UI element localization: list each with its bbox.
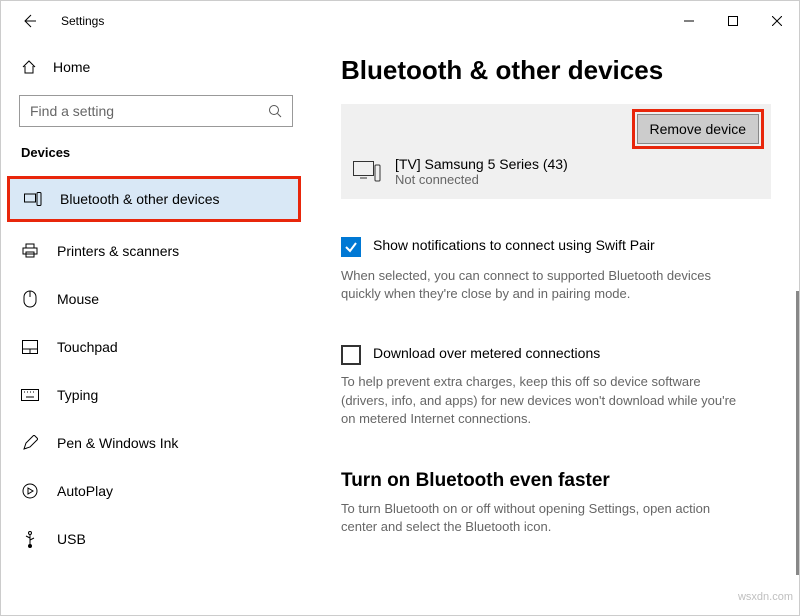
home-icon (21, 59, 37, 75)
device-name: [TV] Samsung 5 Series (43) (395, 156, 568, 172)
sidebar-item-mouse[interactable]: Mouse (1, 276, 311, 322)
sidebar-item-label: Printers & scanners (57, 243, 179, 259)
metered-checkbox[interactable] (341, 345, 361, 365)
minimize-button[interactable] (667, 6, 711, 36)
home-label: Home (53, 59, 90, 75)
sidebar-item-label: Bluetooth & other devices (60, 191, 220, 207)
search-box[interactable] (19, 95, 293, 127)
sidebar-item-label: Mouse (57, 291, 99, 307)
tv-icon (353, 161, 381, 183)
search-input[interactable] (30, 103, 268, 119)
page-heading: Bluetooth & other devices (341, 55, 771, 86)
swift-pair-description: When selected, you can connect to suppor… (341, 267, 741, 303)
sidebar-item-label: AutoPlay (57, 483, 113, 499)
sidebar-item-label: USB (57, 531, 86, 547)
search-icon (268, 104, 282, 118)
close-button[interactable] (755, 6, 799, 36)
sidebar-item-label: Pen & Windows Ink (57, 435, 178, 451)
remove-device-button[interactable]: Remove device (637, 114, 760, 144)
sidebar-item-typing[interactable]: Typing (1, 372, 311, 418)
metered-description: To help prevent extra charges, keep this… (341, 373, 741, 428)
device-status: Not connected (395, 172, 568, 187)
back-icon[interactable] (19, 13, 39, 29)
swift-pair-label: Show notifications to connect using Swif… (373, 237, 655, 253)
home-link[interactable]: Home (1, 47, 311, 87)
sidebar-item-pen[interactable]: Pen & Windows Ink (1, 420, 311, 466)
swift-pair-checkbox[interactable] (341, 237, 361, 257)
sidebar-item-label: Typing (57, 387, 98, 403)
watermark: wsxdn.com (738, 591, 793, 603)
sidebar: Home Devices Bluetooth & other devices P… (1, 41, 311, 615)
selected-device-panel: Remove device [TV] Samsung 5 Series (43)… (341, 104, 771, 199)
maximize-button[interactable] (711, 6, 755, 36)
sidebar-item-touchpad[interactable]: Touchpad (1, 324, 311, 370)
section-header: Devices (1, 141, 311, 170)
printer-icon (21, 243, 39, 259)
scrollbar[interactable] (796, 291, 799, 575)
sidebar-item-printers[interactable]: Printers & scanners (1, 228, 311, 274)
metered-label: Download over metered connections (373, 345, 600, 361)
faster-description: To turn Bluetooth on or off without open… (341, 500, 741, 536)
pen-icon (21, 435, 39, 451)
content: Bluetooth & other devices Remove device … (311, 41, 799, 615)
titlebar: Settings (1, 1, 799, 41)
touchpad-icon (21, 340, 39, 354)
window-title: Settings (61, 14, 104, 28)
keyboard-icon (21, 389, 39, 401)
sidebar-item-usb[interactable]: USB (1, 516, 311, 562)
devices-icon (24, 192, 42, 206)
usb-icon (21, 530, 39, 548)
faster-heading: Turn on Bluetooth even faster (341, 470, 771, 492)
sidebar-item-autoplay[interactable]: AutoPlay (1, 468, 311, 514)
sidebar-item-label: Touchpad (57, 339, 118, 355)
sidebar-item-bluetooth[interactable]: Bluetooth & other devices (7, 176, 301, 222)
device-entry[interactable]: [TV] Samsung 5 Series (43) Not connected (353, 156, 759, 187)
mouse-icon (21, 290, 39, 308)
autoplay-icon (21, 483, 39, 499)
